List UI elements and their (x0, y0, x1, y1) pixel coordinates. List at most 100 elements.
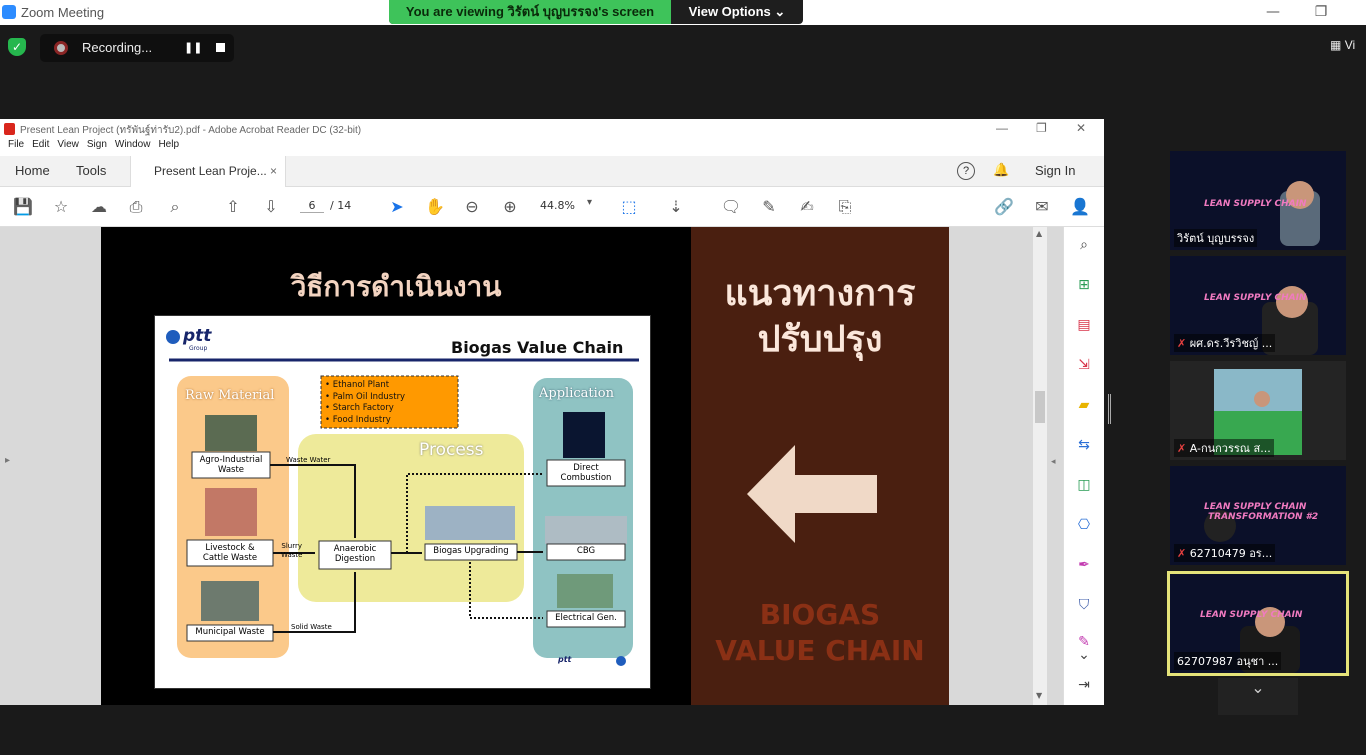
select-cursor-icon[interactable]: ➤ (386, 196, 408, 218)
scroll-down-icon[interactable]: ▼ (1036, 691, 1042, 700)
recording-dot-icon (54, 41, 68, 55)
page-number-input[interactable]: 6 (300, 199, 324, 213)
protect-shield-icon[interactable]: ⛉ (1074, 595, 1094, 615)
slurry-line: Slurry (281, 542, 303, 550)
document-viewport[interactable]: ▸ วิธีการดำเนินงาน ptt Group Biogas Valu… (0, 227, 1063, 705)
menu-edit[interactable]: Edit (32, 139, 49, 150)
email-icon[interactable]: ✉ (1031, 196, 1053, 218)
livestock-line: Livestock & (205, 543, 255, 553)
tab-home[interactable]: Home (15, 163, 50, 178)
agro-line: Agro-Industrial (199, 455, 263, 465)
bell-icon[interactable]: 🔔 (993, 162, 1009, 178)
view-options-label: View Options (688, 4, 771, 19)
scrollbar-thumb[interactable] (1035, 391, 1045, 423)
chevron-down-icon: ⌄ (774, 4, 786, 19)
comment-icon[interactable]: 🗨 (720, 196, 742, 218)
acrobat-close-button[interactable]: ✕ (1076, 121, 1086, 135)
right-pane-collapse-icon[interactable]: ◂ (1051, 457, 1056, 467)
participant-tile[interactable]: LEAN SUPPLY CHAIN วิรัตน์ บุญบรรจง (1170, 151, 1346, 250)
menu-help[interactable]: Help (158, 139, 179, 150)
raw-material-label: Raw Material (185, 388, 275, 403)
banner-title: LEAN SUPPLY CHAIN (1204, 293, 1307, 303)
scroll-up-icon[interactable]: ▲ (1036, 229, 1042, 238)
zoom-in-icon[interactable]: ⊕ (499, 196, 521, 218)
menu-file[interactable]: File (8, 139, 24, 150)
menu-view[interactable]: View (57, 139, 79, 150)
generator-photo (557, 574, 613, 608)
zoom-dropdown-icon[interactable]: ▾ (587, 197, 592, 208)
combine-files-icon[interactable]: ⇆ (1074, 435, 1094, 455)
industry-item: • Ethanol Plant (325, 380, 390, 390)
add-user-icon[interactable]: 👤 (1069, 196, 1091, 218)
direct-line: Direct (573, 463, 599, 473)
create-pdf-icon[interactable]: ⊞ (1074, 275, 1094, 295)
scan-icon[interactable]: ⎔ (1074, 515, 1094, 535)
tab-tools[interactable]: Tools (76, 163, 106, 178)
flame-photo (563, 412, 605, 458)
participant-tile[interactable]: ✗ A-กนกวรรณ ส... (1170, 361, 1346, 460)
muted-mic-icon: ✗ (1177, 442, 1187, 455)
security-shield-icon[interactable]: ✓ (8, 38, 26, 56)
sign-in-button[interactable]: Sign In (1035, 163, 1075, 178)
page-fit-icon[interactable]: ⬚ (618, 196, 640, 218)
view-options-button[interactable]: View Options ⌄ (671, 0, 803, 24)
draw-icon[interactable]: ✍ (796, 196, 818, 218)
zoom-search-icon[interactable]: ⌕ (1074, 235, 1094, 255)
collapse-pane-icon[interactable]: ⇥ (1074, 675, 1094, 695)
ptt-logo-text: ptt (183, 326, 212, 346)
share-link-icon[interactable]: 🔗 (993, 196, 1015, 218)
minimize-button[interactable]: — (1258, 2, 1288, 22)
livestock-photo (205, 488, 257, 536)
view-layout-button[interactable]: ▦ Vi (1330, 38, 1355, 52)
slide-title-right-line: แนวทางการ (724, 273, 916, 314)
stop-recording-button[interactable] (216, 43, 225, 52)
bookmark-star-icon[interactable]: ☆ (50, 196, 72, 218)
participant-tile-active-speaker[interactable]: LEAN SUPPLY CHAIN 62707987 อนุชา ... (1167, 571, 1349, 676)
upload-cloud-icon[interactable]: ☁ (88, 196, 110, 218)
menu-window[interactable]: Window (115, 139, 151, 150)
stamp-icon[interactable]: ⎘ (834, 196, 856, 218)
diagram-title: Biogas Value Chain (451, 338, 624, 357)
participant-tile[interactable]: LEAN SUPPLY CHAIN ✗ ผศ.ดร.วีรวิชญ์ ... (1170, 256, 1346, 355)
scroll-mode-icon[interactable]: ⇣ (665, 196, 687, 218)
show-more-participants-button[interactable]: ⌄ (1218, 678, 1298, 715)
print-icon[interactable]: ⎙ (125, 196, 147, 218)
zoom-level-select[interactable]: 44.8% (540, 199, 575, 212)
fill-sign-icon[interactable]: ✒ (1074, 555, 1094, 575)
highlight-pen-icon[interactable]: ✎ (758, 196, 780, 218)
tools-chevron-down-icon[interactable]: ⌄ (1074, 645, 1094, 665)
upgrading-label: Biogas Upgrading (433, 546, 509, 556)
muted-mic-icon: ✗ (1177, 337, 1187, 350)
participant-tile[interactable]: LEAN SUPPLY CHAIN TRANSFORMATION #2 ✗ 62… (1170, 466, 1346, 565)
help-icon[interactable]: ? (957, 162, 975, 180)
close-tab-icon[interactable]: × (270, 156, 277, 187)
hand-tool-icon[interactable]: ✋ (424, 196, 446, 218)
industry-item: • Food Industry (325, 414, 391, 425)
next-page-icon[interactable]: ⇩ (260, 196, 282, 218)
zoom-out-icon[interactable]: ⊖ (461, 196, 483, 218)
restore-button[interactable]: ❐ (1306, 2, 1336, 22)
slide-footer: BIOGAS VALUE CHAIN (691, 597, 949, 669)
search-icon[interactable]: ⌕ (164, 196, 186, 218)
left-arrow-icon (747, 445, 877, 543)
acrobat-minimize-button[interactable]: — (996, 121, 1008, 135)
previous-page-icon[interactable]: ⇧ (222, 196, 244, 218)
slide-right-panel: แนวทางการ ปรับปรุง BIOGAS VALUE CHAIN (691, 227, 949, 705)
banner-subtitle: TRANSFORMATION #2 (1208, 512, 1319, 522)
page-total: / 14 (330, 199, 352, 212)
ptt-footer-logo-text: ptt (558, 655, 572, 664)
splitter-handle[interactable] (1108, 394, 1111, 424)
acrobat-restore-button[interactable]: ❐ (1036, 121, 1047, 135)
pause-recording-button[interactable]: ❚❚ (184, 41, 202, 54)
comment-tool-icon[interactable]: ▰ (1074, 395, 1094, 415)
vertical-scrollbar[interactable]: ▲ ▼ (1033, 227, 1047, 705)
compress-icon[interactable]: ◫ (1074, 475, 1094, 495)
recording-label: Recording... (82, 40, 153, 55)
participant-name: ✗ 62710479 อร... (1174, 544, 1276, 562)
menu-sign[interactable]: Sign (87, 139, 107, 150)
save-icon[interactable]: 💾 (12, 196, 34, 218)
tab-document[interactable]: Present Lean Proje... × (130, 156, 286, 187)
left-pane-toggle-icon[interactable]: ▸ (5, 455, 10, 466)
export-pdf-icon[interactable]: ⇲ (1074, 355, 1094, 375)
organize-pages-icon[interactable]: ▤ (1074, 315, 1094, 335)
